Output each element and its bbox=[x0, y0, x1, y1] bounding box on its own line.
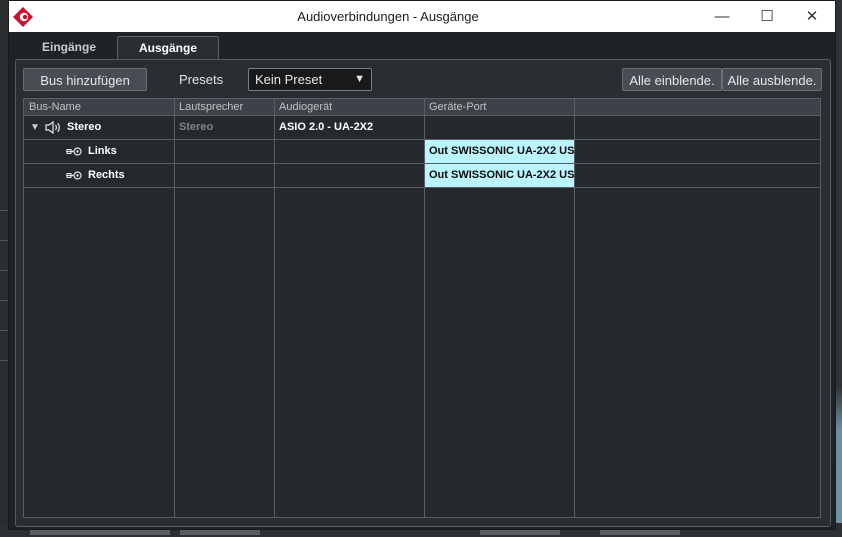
presets-label: Presets bbox=[179, 72, 224, 87]
table-row-rechts[interactable]: Rechts Out SWISSONIC UA-2X2 USB bbox=[24, 164, 820, 188]
audio-connections-dialog: Audioverbindungen - Ausgänge — ☐ ✕ Eingä… bbox=[8, 0, 836, 530]
bus-table: Bus-Name Lautsprecher Audiogerät Geräte-… bbox=[23, 98, 821, 518]
table-row-links[interactable]: Links Out SWISSONIC UA-2X2 USB bbox=[24, 140, 820, 164]
outputs-panel: Bus hinzufügen Presets Kein Preset ▼ All… bbox=[15, 59, 831, 527]
hide-all-button[interactable]: Alle ausblende. bbox=[722, 68, 822, 91]
audio-device-cell[interactable]: ASIO 2.0 - UA-2X2 bbox=[279, 116, 424, 139]
title-bar[interactable]: Audioverbindungen - Ausgänge — ☐ ✕ bbox=[9, 1, 835, 32]
maximize-button[interactable]: ☐ bbox=[744, 1, 790, 32]
expand-triangle-icon[interactable]: ▼ bbox=[30, 116, 40, 139]
window-title: Audioverbindungen - Ausgänge bbox=[297, 9, 479, 24]
jack-connector-icon bbox=[66, 171, 82, 180]
speaker-icon bbox=[45, 121, 60, 134]
device-port-cell[interactable]: Out SWISSONIC UA-2X2 USB bbox=[425, 164, 574, 187]
jack-connector-icon bbox=[66, 147, 82, 156]
tab-outputs[interactable]: Ausgänge bbox=[117, 36, 219, 60]
bus-name-cell: Stereo bbox=[67, 121, 102, 133]
dropdown-arrow-icon: ▼ bbox=[354, 73, 365, 85]
bus-name-cell: Rechts bbox=[88, 169, 125, 181]
show-all-button[interactable]: Alle einblende. bbox=[622, 68, 722, 91]
minimize-button[interactable]: — bbox=[699, 1, 745, 32]
device-port-cell[interactable]: Out SWISSONIC UA-2X2 USB bbox=[425, 140, 574, 163]
column-divider[interactable] bbox=[574, 99, 575, 517]
bus-name-cell: Links bbox=[88, 145, 117, 157]
speaker-cell: Stereo bbox=[179, 121, 214, 133]
table-row-stereo[interactable]: ▼ Stereo Stereo ASIO 2.0 - UA-2X2 bbox=[24, 116, 820, 140]
column-header-device-port[interactable]: Geräte-Port bbox=[424, 99, 574, 115]
preset-dropdown-value: Kein Preset bbox=[255, 72, 323, 87]
close-button[interactable]: ✕ bbox=[789, 1, 835, 32]
preset-dropdown[interactable]: Kein Preset ▼ bbox=[248, 68, 372, 91]
column-header-bus-name[interactable]: Bus-Name bbox=[24, 99, 174, 115]
tab-inputs[interactable]: Eingänge bbox=[27, 36, 111, 59]
add-bus-button[interactable]: Bus hinzufügen bbox=[23, 68, 147, 91]
column-header-audio-device[interactable]: Audiogerät bbox=[274, 99, 424, 115]
table-header: Bus-Name Lautsprecher Audiogerät Geräte-… bbox=[24, 99, 820, 116]
column-header-speaker[interactable]: Lautsprecher bbox=[174, 99, 274, 115]
column-divider[interactable] bbox=[274, 99, 275, 517]
column-divider[interactable] bbox=[174, 99, 175, 517]
column-divider[interactable] bbox=[424, 99, 425, 517]
